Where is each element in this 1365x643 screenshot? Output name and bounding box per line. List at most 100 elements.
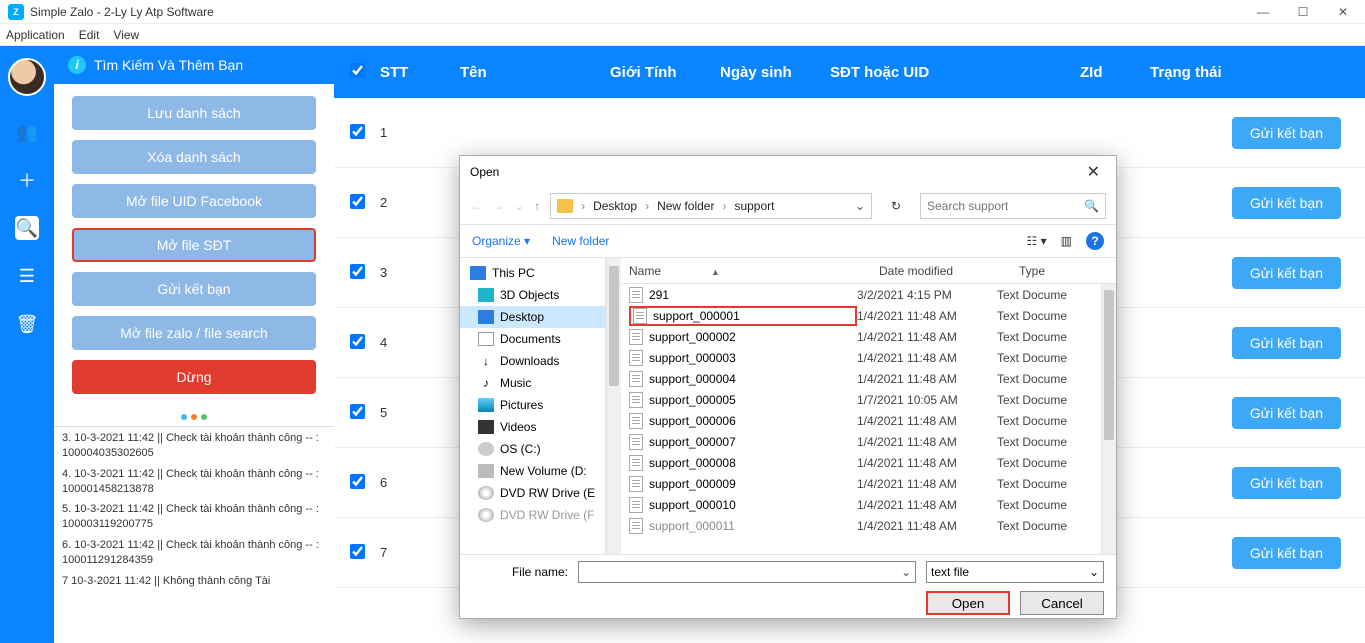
textfile-icon — [629, 371, 643, 387]
menu-view[interactable]: View — [113, 28, 139, 42]
send-friend-button[interactable]: Gửi kết bạn — [72, 272, 316, 306]
cancel-button[interactable]: Cancel — [1020, 591, 1104, 615]
trash-icon[interactable]: 🗑 — [15, 312, 39, 336]
file-row[interactable]: support_000006 1/4/2021 11:48 AM Text Do… — [621, 410, 1101, 431]
col-ten: Tên — [460, 64, 610, 81]
file-row[interactable]: support_000004 1/4/2021 11:48 AM Text Do… — [621, 368, 1101, 389]
col-date-modified[interactable]: Date modified — [879, 264, 1019, 278]
nav-forward-icon[interactable]: → — [492, 199, 504, 213]
send-friend-row-button[interactable]: Gửi kết bạn — [1232, 467, 1341, 499]
textfile-icon — [633, 308, 647, 324]
send-friend-row-button[interactable]: Gửi kết bạn — [1232, 117, 1341, 149]
file-row[interactable]: support_000007 1/4/2021 11:48 AM Text Do… — [621, 431, 1101, 452]
file-type: Text Docume — [997, 288, 1093, 302]
address-bar[interactable]: › Desktop › New folder › support ⌄ — [550, 193, 872, 219]
tree-item-label: 3D Objects — [500, 288, 559, 302]
row-checkbox[interactable] — [350, 194, 365, 209]
avatar[interactable] — [8, 58, 46, 96]
col-zid: ZId — [1080, 64, 1150, 81]
send-friend-row-button[interactable]: Gửi kết bạn — [1232, 187, 1341, 219]
nav-recent-icon[interactable]: ⌄ — [514, 199, 524, 213]
tree-item[interactable]: ↓Downloads — [460, 350, 605, 372]
ico-doc-icon — [478, 332, 494, 346]
search-input[interactable] — [927, 199, 1084, 213]
close-button[interactable]: ✕ — [1329, 5, 1357, 19]
save-list-button[interactable]: Lưu danh sách — [72, 96, 316, 130]
file-row[interactable]: support_000011 1/4/2021 11:48 AM Text Do… — [621, 515, 1101, 536]
tree-item[interactable]: DVD RW Drive (F — [460, 504, 605, 526]
tree-item[interactable]: OS (C:) — [460, 438, 605, 460]
file-row[interactable]: support_000005 1/7/2021 10:05 AM Text Do… — [621, 389, 1101, 410]
row-checkbox[interactable] — [350, 474, 365, 489]
dialog-close-button[interactable]: ✕ — [1081, 162, 1106, 182]
file-row[interactable]: support_000002 1/4/2021 11:48 AM Text Do… — [621, 326, 1101, 347]
people-icon[interactable]: 👥 — [15, 120, 39, 144]
log-item: 3. 10-3-2021 11:42 || Check tài khoản th… — [62, 431, 326, 461]
file-row[interactable]: support_000010 1/4/2021 11:48 AM Text Do… — [621, 494, 1101, 515]
row-checkbox[interactable] — [350, 124, 365, 139]
crumb[interactable]: support — [734, 199, 774, 213]
new-folder-button[interactable]: New folder — [552, 234, 609, 248]
file-row[interactable]: 291 3/2/2021 4:15 PM Text Docume — [621, 284, 1101, 305]
refresh-icon[interactable]: ↻ — [882, 199, 910, 213]
search-icon[interactable]: 🔍 — [15, 216, 39, 240]
search-box[interactable]: 🔍 — [920, 193, 1106, 219]
file-row[interactable]: support_000001 1/4/2021 11:48 AM Text Do… — [621, 305, 1101, 326]
send-friend-row-button[interactable]: Gửi kết bạn — [1232, 257, 1341, 289]
tree-item-label: Pictures — [500, 398, 543, 412]
nav-back-icon[interactable]: ← — [470, 199, 482, 213]
file-type: Text Docume — [997, 330, 1093, 344]
file-row[interactable]: support_000003 1/4/2021 11:48 AM Text Do… — [621, 347, 1101, 368]
tree-item[interactable]: ♪Music — [460, 372, 605, 394]
tree-item[interactable]: New Volume (D: — [460, 460, 605, 482]
crumb[interactable]: Desktop — [593, 199, 637, 213]
organize-button[interactable]: Organize ▾ — [472, 234, 530, 248]
minimize-button[interactable]: ― — [1249, 5, 1277, 19]
file-row[interactable]: support_000009 1/4/2021 11:48 AM Text Do… — [621, 473, 1101, 494]
maximize-button[interactable]: ☐ — [1289, 5, 1317, 19]
tree-item[interactable]: 3D Objects — [460, 284, 605, 306]
filetype-select[interactable]: text file⌄ — [926, 561, 1104, 583]
tree-item-label: Desktop — [500, 310, 544, 324]
file-date: 1/4/2021 11:48 AM — [857, 519, 997, 533]
filename-input[interactable] — [579, 565, 897, 580]
open-uid-file-button[interactable]: Mở file UID Facebook — [72, 184, 316, 218]
help-icon[interactable]: ? — [1086, 232, 1104, 250]
menu-edit[interactable]: Edit — [79, 28, 100, 42]
tree-item[interactable]: DVD RW Drive (E — [460, 482, 605, 504]
plus-icon[interactable]: ＋ — [15, 168, 39, 192]
address-dropdown-icon[interactable]: ⌄ — [855, 199, 865, 213]
col-type[interactable]: Type — [1019, 264, 1108, 278]
filename-dropdown-icon[interactable]: ⌄ — [897, 565, 915, 579]
open-button[interactable]: Open — [926, 591, 1010, 615]
file-row[interactable]: support_000008 1/4/2021 11:48 AM Text Do… — [621, 452, 1101, 473]
tree-scrollbar[interactable] — [606, 258, 621, 554]
menu-application[interactable]: Application — [6, 28, 65, 42]
filelist-scrollbar[interactable] — [1101, 284, 1116, 554]
view-mode-icon[interactable]: ☷ ▾ — [1027, 234, 1047, 248]
log-item: 5. 10-3-2021 11:42 || Check tài khoản th… — [62, 502, 326, 532]
textfile-icon — [629, 392, 643, 408]
tree-item[interactable]: This PC — [460, 262, 605, 284]
tree-item[interactable]: Documents — [460, 328, 605, 350]
row-checkbox[interactable] — [350, 544, 365, 559]
row-checkbox[interactable] — [350, 264, 365, 279]
send-friend-row-button[interactable]: Gửi kết bạn — [1232, 397, 1341, 429]
tree-item[interactable]: Desktop — [460, 306, 605, 328]
col-name[interactable]: Name — [629, 264, 661, 278]
tree-item[interactable]: Videos — [460, 416, 605, 438]
nav-up-icon[interactable]: ↑ — [534, 199, 540, 213]
open-phone-file-button[interactable]: Mở file SĐT — [72, 228, 316, 262]
select-all-checkbox[interactable] — [350, 63, 365, 78]
crumb[interactable]: New folder — [657, 199, 714, 213]
open-zalo-file-button[interactable]: Mở file zalo / file search — [72, 316, 316, 350]
row-checkbox[interactable] — [350, 334, 365, 349]
send-friend-row-button[interactable]: Gửi kết bạn — [1232, 327, 1341, 359]
clear-list-button[interactable]: Xóa danh sách — [72, 140, 316, 174]
layers-icon[interactable]: ☰ — [15, 264, 39, 288]
row-checkbox[interactable] — [350, 404, 365, 419]
preview-pane-icon[interactable]: ▥ — [1061, 234, 1072, 248]
send-friend-row-button[interactable]: Gửi kết bạn — [1232, 537, 1341, 569]
tree-item[interactable]: Pictures — [460, 394, 605, 416]
stop-button[interactable]: Dừng — [72, 360, 316, 394]
